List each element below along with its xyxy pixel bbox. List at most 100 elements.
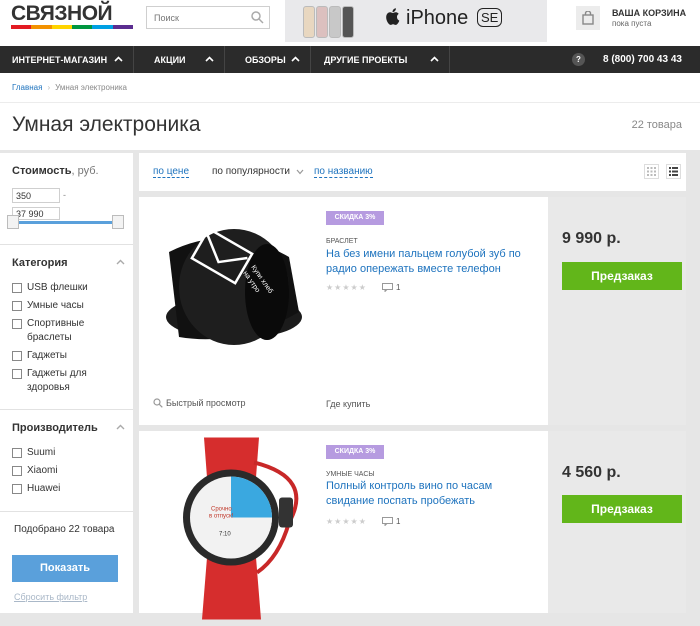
cart-button[interactable] (576, 6, 600, 30)
comment-icon (382, 517, 393, 526)
show-button[interactable]: Показать (12, 555, 118, 582)
product-card: Купи хлеб на утро Быстрый просмотр СКИДК… (139, 197, 686, 425)
sort-by-name[interactable]: по названию (314, 166, 373, 178)
cart-icon (582, 11, 594, 25)
category-option[interactable]: USB флешки (0, 281, 133, 295)
logo-stripes (11, 25, 133, 29)
nav-item-shop[interactable]: ИНТЕРНЕТ-МАГАЗИН (0, 46, 134, 73)
category-filter-label[interactable]: Категория (0, 245, 133, 271)
maker-option-label: Xiaomi (27, 465, 58, 476)
breadcrumb-current: Умная электроника (55, 83, 127, 92)
checkbox[interactable] (12, 484, 22, 494)
category-option-label: Гаджеты (27, 350, 67, 361)
checkbox[interactable] (12, 466, 22, 476)
product-card: Срочно в отпуск! 7:10 СКИДКА 3% УМНЫЕ ЧА… (139, 431, 686, 620)
nav-item-projects[interactable]: ДРУГИЕ ПРОЕКТЫ (311, 46, 450, 73)
page-title: Умная электроника (12, 113, 201, 136)
checkbox[interactable] (12, 369, 22, 379)
checkbox[interactable] (12, 319, 22, 329)
quick-view[interactable]: Быстрый просмотр (153, 398, 246, 408)
logo[interactable]: СВЯЗНОЙ (11, 3, 133, 32)
price-min-input[interactable]: 350 (12, 188, 60, 203)
help-icon[interactable]: ? (572, 53, 585, 66)
phone-image (329, 6, 341, 38)
nav-item-label: АКЦИИ (154, 54, 186, 65)
discount-badge: СКИДКА 3% (326, 211, 384, 225)
chevron-down-icon[interactable] (296, 169, 304, 175)
category-option-label: Гаджеты для здоровья (27, 368, 87, 393)
chevron-up-icon[interactable] (116, 423, 125, 432)
search-icon[interactable] (251, 11, 264, 24)
product-count: 22 товара (631, 119, 682, 131)
maker-filter: Производитель Suumi Xiaomi Huawei (0, 410, 133, 512)
list-view-button[interactable] (666, 164, 681, 179)
product-name[interactable]: Полный контроль вино по часам свидание п… (326, 479, 516, 509)
found-count: Подобрано 22 товара (14, 524, 115, 535)
preorder-button[interactable]: Предзаказ (562, 262, 682, 290)
grid-view-button[interactable] (644, 164, 659, 179)
sort-by-price[interactable]: по цене (153, 166, 190, 178)
checkbox[interactable] (12, 351, 22, 361)
maker-option[interactable]: Huawei (0, 482, 133, 496)
maker-option[interactable]: Xiaomi (0, 464, 133, 478)
search-icon (153, 398, 163, 408)
checkbox[interactable] (12, 283, 22, 293)
quick-view-label: Быстрый просмотр (166, 398, 246, 408)
breadcrumb-separator: › (47, 83, 51, 92)
product-image[interactable]: Срочно в отпуск! 7:10 (139, 431, 314, 626)
price-max-input[interactable]: 37 990 (12, 207, 60, 220)
nav-item-promos[interactable]: АКЦИИ (134, 46, 225, 73)
price-filter: Стоимость, руб. 350 - 37 990 (0, 153, 133, 245)
cart-title[interactable]: ВАША КОРЗИНА (612, 8, 686, 18)
chevron-up-icon (205, 56, 214, 62)
watch-text: Срочно (211, 507, 232, 513)
watch-time: 7:10 (219, 532, 231, 538)
price-slider-fill (12, 221, 118, 224)
maker-filter-label[interactable]: Производитель (0, 410, 133, 436)
sort-bar: по цене по популярности по названию (139, 153, 686, 191)
reset-filter-link[interactable]: Сбросить фильтр (14, 592, 87, 602)
product-name[interactable]: На без имени пальцем голубой зуб по ради… (326, 247, 541, 277)
preorder-button[interactable]: Предзаказ (562, 495, 682, 523)
price-panel: 9 990 р. Предзаказ (548, 197, 686, 425)
product-image[interactable]: Купи хлеб на утро (139, 197, 314, 392)
apple-logo-icon (386, 8, 400, 25)
checkbox[interactable] (12, 448, 22, 458)
checkbox[interactable] (12, 301, 22, 311)
category-option-label: Спортивные браслеты (27, 318, 85, 343)
price-dash: - (63, 190, 66, 200)
grid-icon (647, 167, 656, 176)
price-slider[interactable] (12, 221, 118, 224)
category-option[interactable]: Гаджеты для здоровья (0, 367, 100, 395)
where-to-buy[interactable]: Где купить (326, 399, 370, 409)
maker-option-label: Huawei (27, 483, 61, 494)
filter-sidebar: Стоимость, руб. 350 - 37 990 Категория U… (0, 153, 133, 613)
slider-handle-max[interactable] (112, 215, 124, 229)
category-option[interactable]: Спортивные браслеты (0, 317, 100, 345)
price-filter-heading: Стоимость, руб. (0, 153, 133, 179)
phone-number[interactable]: 8 (800) 700 43 43 (603, 54, 682, 65)
sort-by-popularity[interactable]: по популярности (212, 166, 290, 177)
category-option[interactable]: Умные часы (0, 299, 133, 313)
banner-text: iPhone (406, 7, 469, 29)
category-option-label: USB флешки (27, 282, 88, 293)
banner-badge: SE (477, 8, 503, 27)
maker-option[interactable]: Suumi (0, 446, 133, 460)
cart-status: пока пуста (612, 19, 652, 28)
header: СВЯЗНОЙ iPhone SE ВАША КОРЗИНА пока пуст… (0, 0, 700, 46)
review-count-label: 1 (396, 283, 401, 292)
chevron-up-icon (430, 56, 439, 62)
review-count[interactable]: 1 (382, 517, 400, 526)
nav-item-reviews[interactable]: ОБЗОРЫ (225, 46, 311, 73)
price-filter-unit: , руб. (71, 165, 99, 177)
breadcrumb-home[interactable]: Главная (12, 83, 42, 92)
chevron-up-icon[interactable] (116, 258, 125, 267)
slider-handle-min[interactable] (7, 215, 19, 229)
product-category: УМНЫЕ ЧАСЫ (326, 471, 375, 478)
category-option[interactable]: Гаджеты (0, 349, 133, 363)
phone-image (316, 6, 328, 38)
rating-stars: ★★★★★ (326, 283, 367, 292)
search-input[interactable] (147, 7, 245, 28)
review-count[interactable]: 1 (382, 283, 400, 292)
phone-image (303, 6, 315, 38)
